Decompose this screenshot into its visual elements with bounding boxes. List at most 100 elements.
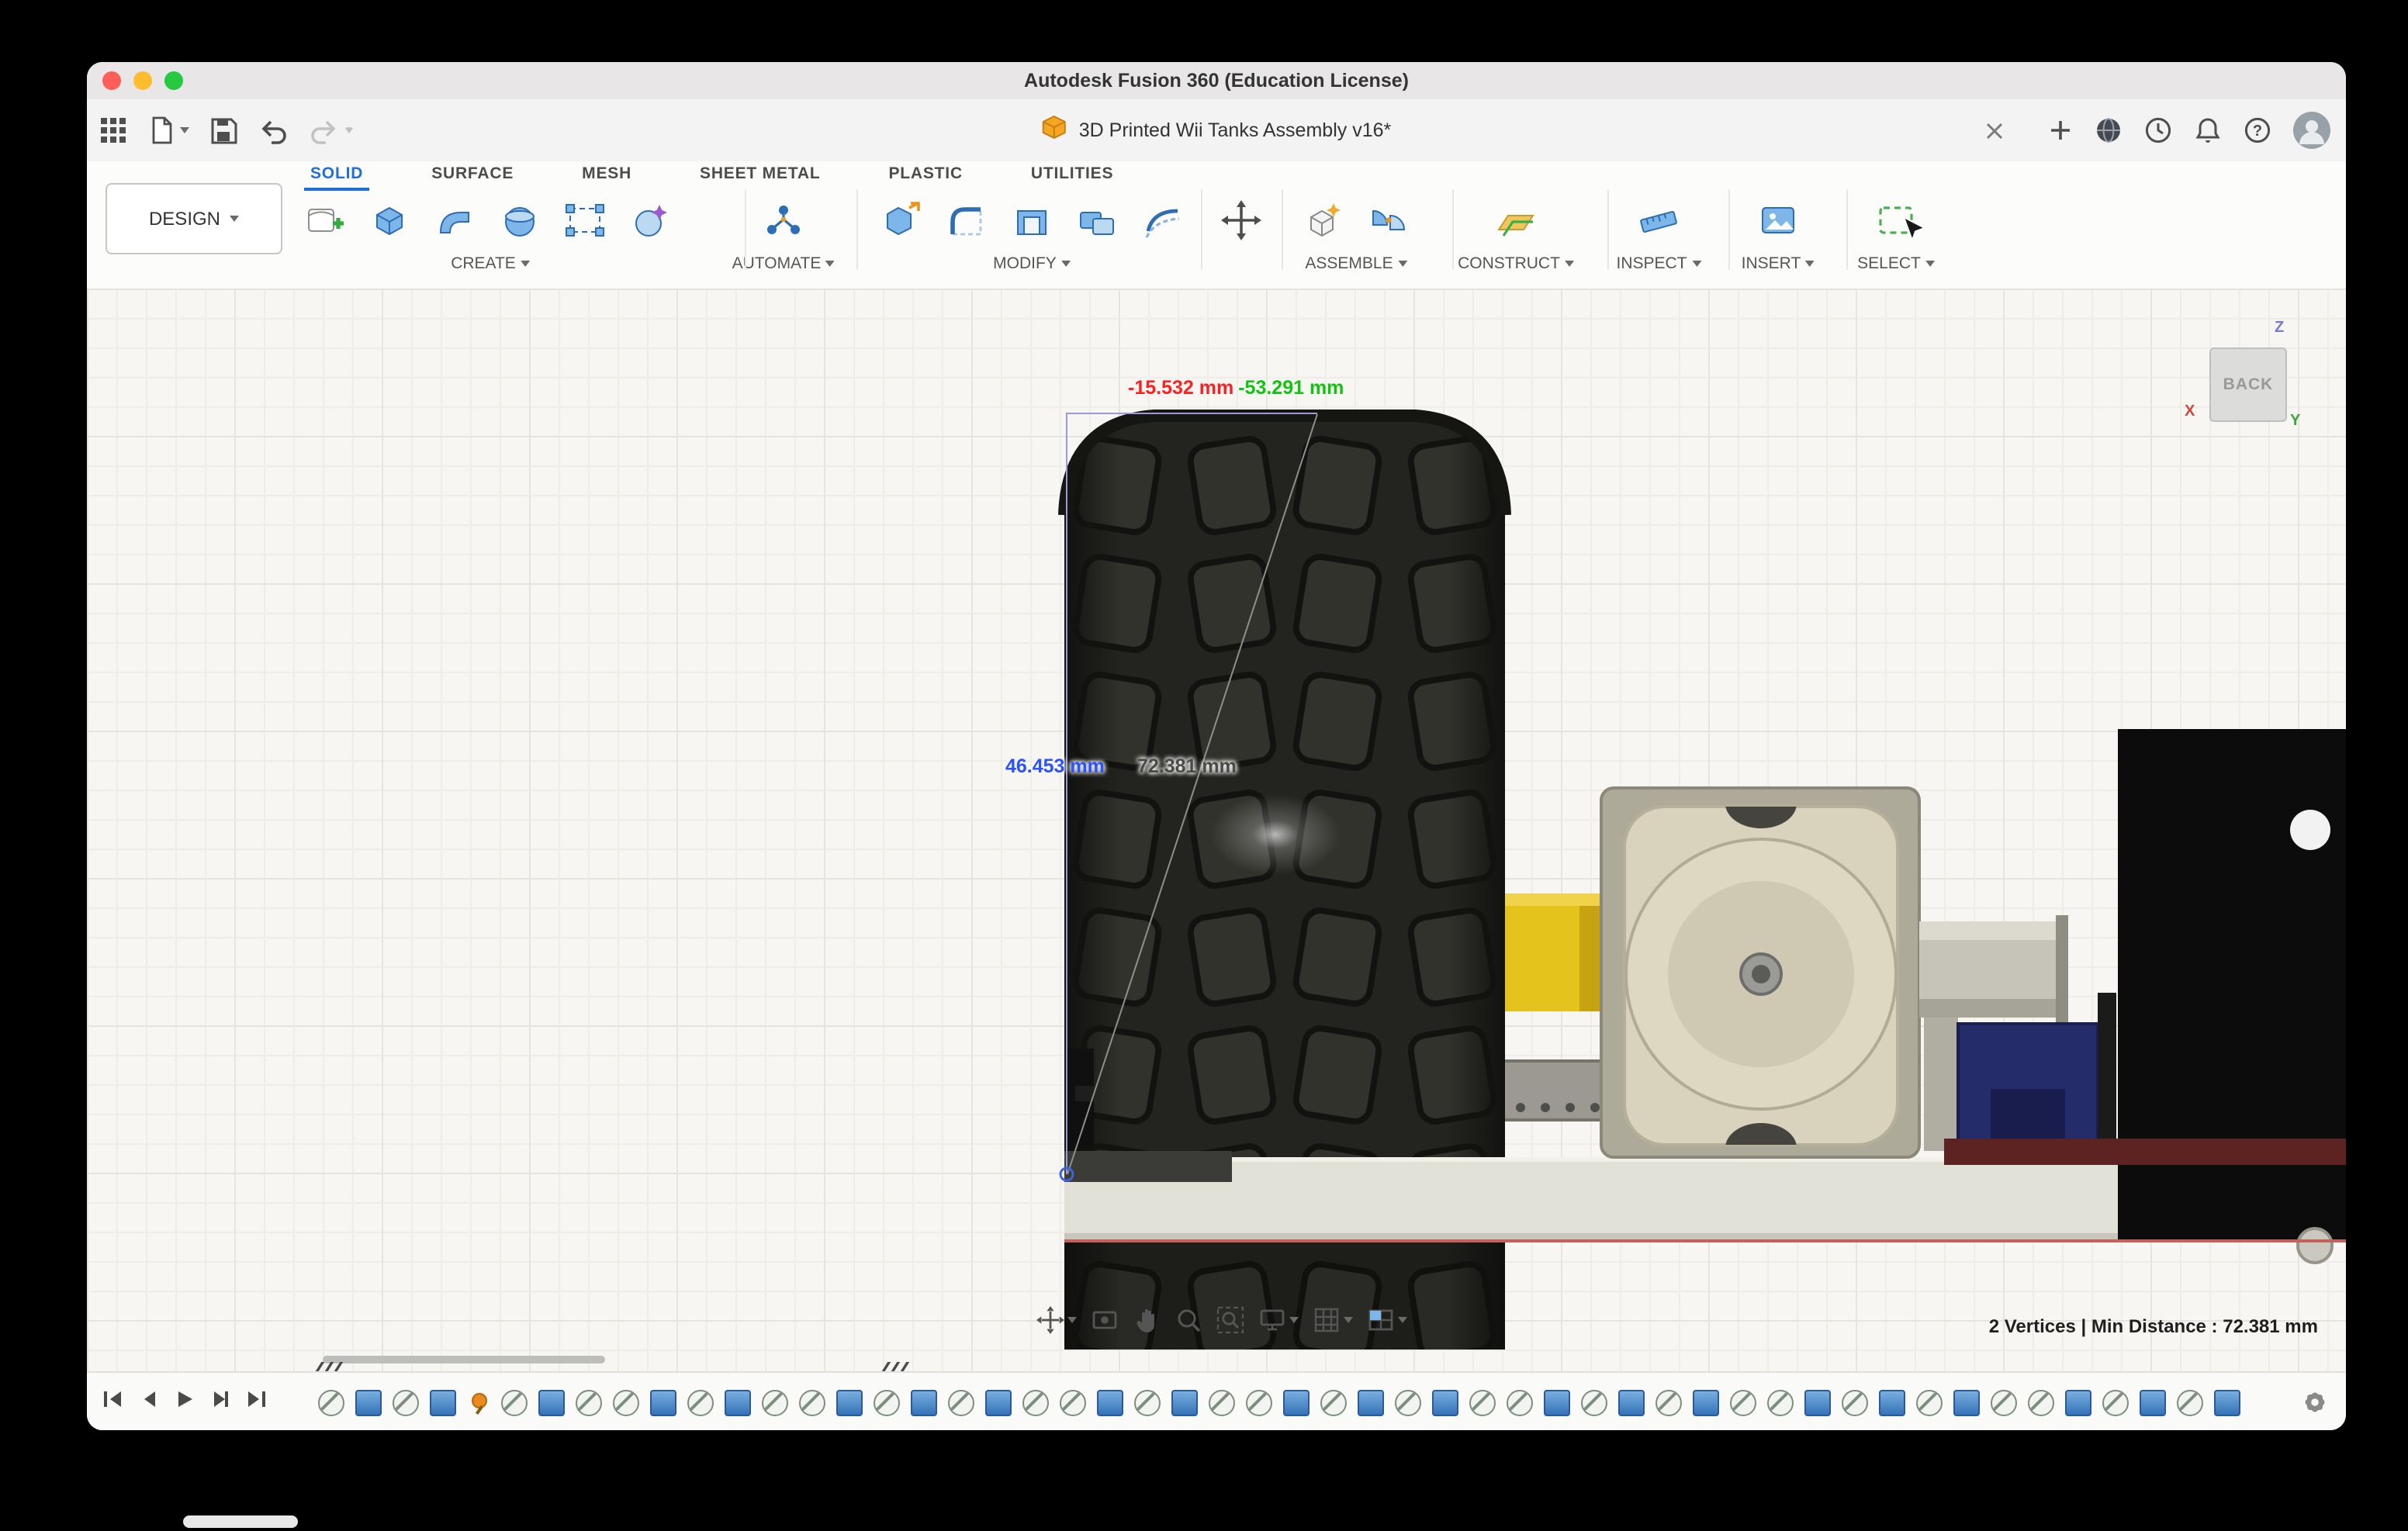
user-avatar[interactable] bbox=[2293, 112, 2330, 149]
automate-group-dropdown[interactable]: AUTOMATE bbox=[732, 254, 836, 273]
timeline-feature-sketch[interactable] bbox=[1730, 1389, 1756, 1415]
timeline-feature-sketch[interactable] bbox=[1842, 1389, 1868, 1415]
timeline-feature-joint[interactable] bbox=[911, 1389, 937, 1415]
shell-icon[interactable] bbox=[1005, 194, 1058, 247]
timeline-feature-sketch[interactable] bbox=[1656, 1389, 1682, 1415]
timeline-scrollbar[interactable] bbox=[323, 1356, 605, 1363]
timeline-feature-joint[interactable] bbox=[2214, 1389, 2240, 1415]
timeline-feature-sketch[interactable] bbox=[393, 1389, 419, 1415]
timeline-feature-joint[interactable] bbox=[1097, 1389, 1123, 1415]
close-window-button[interactable] bbox=[102, 71, 121, 90]
skip-to-end-icon[interactable] bbox=[245, 1388, 267, 1417]
add-tab-icon[interactable] bbox=[2048, 118, 2073, 143]
model-servo-block[interactable] bbox=[1956, 1022, 2099, 1154]
timeline-feature-sketch[interactable] bbox=[318, 1389, 344, 1415]
fit-window-icon[interactable] bbox=[1216, 1306, 1244, 1334]
create-group-dropdown[interactable]: CREATE bbox=[451, 254, 530, 273]
model-hole[interactable] bbox=[2290, 810, 2330, 850]
model-shaft-coupler-yellow[interactable] bbox=[1494, 893, 1603, 1011]
timeline-feature-joint[interactable] bbox=[1953, 1389, 1980, 1415]
timeline-feature-sketch[interactable] bbox=[1209, 1389, 1235, 1415]
revolve-icon[interactable] bbox=[493, 194, 546, 247]
viewcube[interactable]: BACK bbox=[2209, 347, 2287, 422]
timeline-feature-sketch[interactable] bbox=[1022, 1389, 1049, 1415]
fillet-icon[interactable] bbox=[940, 194, 993, 247]
play-icon[interactable] bbox=[174, 1388, 195, 1417]
save-button[interactable] bbox=[209, 116, 237, 144]
model-output-shaft[interactable] bbox=[1919, 915, 2068, 1024]
construct-plane-icon[interactable] bbox=[1489, 194, 1542, 247]
timeline-feature-sketch[interactable] bbox=[1581, 1389, 1607, 1415]
timeline-feature-joint[interactable] bbox=[985, 1389, 1012, 1415]
combine-icon[interactable] bbox=[1071, 194, 1123, 247]
timeline-feature-sketch[interactable] bbox=[1060, 1389, 1086, 1415]
timeline-feature-joint[interactable] bbox=[1171, 1389, 1198, 1415]
construct-group-dropdown[interactable]: CONSTRUCT bbox=[1458, 254, 1574, 273]
timeline-feature-sketch[interactable] bbox=[1469, 1389, 1496, 1415]
help-icon[interactable]: ? bbox=[2244, 116, 2271, 144]
measure-icon[interactable] bbox=[1632, 194, 1685, 247]
timeline-feature-joint[interactable] bbox=[538, 1389, 565, 1415]
display-settings-icon[interactable] bbox=[1258, 1306, 1299, 1334]
dock-indicator[interactable] bbox=[183, 1515, 298, 1528]
ribbon-tab-solid[interactable]: SOLID bbox=[304, 164, 370, 191]
create-form-icon[interactable] bbox=[624, 194, 676, 247]
timeline-feature-sketch[interactable] bbox=[576, 1389, 602, 1415]
ribbon-tab-plastic[interactable]: PLASTIC bbox=[882, 164, 968, 191]
timeline-feature-pin[interactable] bbox=[467, 1391, 490, 1414]
timeline-feature-sketch[interactable] bbox=[1916, 1389, 1943, 1415]
timeline-feature-joint[interactable] bbox=[2140, 1389, 2166, 1415]
notifications-bell-icon[interactable] bbox=[2194, 116, 2222, 144]
ribbon-tab-surface[interactable]: SURFACE bbox=[425, 164, 520, 191]
undo-button[interactable] bbox=[258, 115, 289, 146]
redo-button[interactable] bbox=[309, 115, 354, 146]
timeline-feature-sketch[interactable] bbox=[1507, 1389, 1533, 1415]
press-pull-icon[interactable] bbox=[875, 194, 928, 247]
ribbon-tab-sheet-metal[interactable]: SHEET METAL bbox=[694, 164, 826, 191]
timeline-feature-joint[interactable] bbox=[650, 1389, 676, 1415]
timeline-feature-joint[interactable] bbox=[355, 1389, 382, 1415]
sweep-icon[interactable] bbox=[428, 194, 481, 247]
timeline-feature-sketch[interactable] bbox=[874, 1389, 900, 1415]
skip-to-start-icon[interactable] bbox=[102, 1388, 124, 1417]
timeline-feature-joint[interactable] bbox=[1693, 1389, 1719, 1415]
timeline-feature-joint[interactable] bbox=[1879, 1389, 1905, 1415]
timeline-feature-sketch[interactable] bbox=[799, 1389, 825, 1415]
inspect-group-dropdown[interactable]: INSPECT bbox=[1616, 254, 1701, 273]
look-at-icon[interactable] bbox=[1091, 1306, 1119, 1334]
model-connector-block[interactable] bbox=[1500, 1059, 1615, 1121]
timeline-feature-sketch[interactable] bbox=[687, 1389, 714, 1415]
timeline-feature-sketch[interactable] bbox=[1991, 1389, 2017, 1415]
design-workspace-dropdown[interactable]: DESIGN bbox=[106, 183, 282, 254]
timeline-feature-sketch[interactable] bbox=[1246, 1389, 1272, 1415]
modify-group-dropdown[interactable]: MODIFY bbox=[993, 254, 1071, 273]
timeline-feature-joint[interactable] bbox=[725, 1389, 751, 1415]
timeline-feature-joint[interactable] bbox=[836, 1389, 863, 1415]
assemble-group-dropdown[interactable]: ASSEMBLE bbox=[1305, 254, 1407, 273]
orbit-icon[interactable] bbox=[1036, 1306, 1077, 1334]
zoom-icon[interactable] bbox=[1175, 1306, 1202, 1334]
timeline-feature-sketch[interactable] bbox=[501, 1389, 528, 1415]
automate-icon[interactable] bbox=[757, 194, 810, 247]
joint-icon[interactable] bbox=[1362, 194, 1415, 247]
model-rod[interactable] bbox=[2098, 993, 2116, 1151]
timeline-feature-joint[interactable] bbox=[1432, 1389, 1458, 1415]
sketch-line-red[interactable] bbox=[1064, 1239, 2346, 1242]
ribbon-tab-mesh[interactable]: MESH bbox=[576, 164, 638, 191]
timeline-feature-joint[interactable] bbox=[1358, 1389, 1384, 1415]
timeline-feature-sketch[interactable] bbox=[948, 1389, 974, 1415]
timeline-feature-joint[interactable] bbox=[2065, 1389, 2091, 1415]
insert-canvas-icon[interactable] bbox=[1752, 194, 1804, 247]
create-sketch-icon[interactable] bbox=[298, 194, 351, 247]
model-rail[interactable] bbox=[1944, 1139, 2346, 1165]
model-knob[interactable] bbox=[2296, 1227, 2334, 1264]
timeline-feature-joint[interactable] bbox=[430, 1389, 456, 1415]
step-forward-icon[interactable] bbox=[209, 1388, 231, 1417]
timeline-feature-sketch[interactable] bbox=[2177, 1389, 2203, 1415]
timeline-feature-sketch[interactable] bbox=[2102, 1389, 2129, 1415]
document-tab[interactable]: 3D Printed Wii Tanks Assembly v16* bbox=[1042, 99, 1391, 161]
timeline-feature-sketch[interactable] bbox=[1395, 1389, 1421, 1415]
ribbon-tab-utilities[interactable]: UTILITIES bbox=[1025, 164, 1119, 191]
timeline-feature-sketch[interactable] bbox=[613, 1389, 639, 1415]
offset-face-icon[interactable] bbox=[1136, 194, 1188, 247]
